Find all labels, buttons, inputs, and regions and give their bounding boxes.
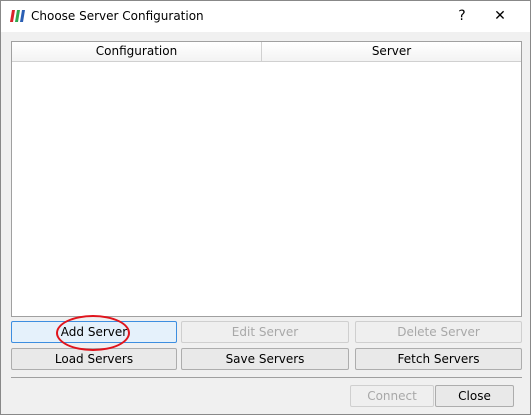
delete-server-button[interactable]: Delete Server (355, 321, 522, 343)
column-header-configuration[interactable]: Configuration (12, 42, 262, 62)
window-title: Choose Server Configuration (31, 9, 204, 23)
save-servers-button[interactable]: Save Servers (181, 348, 349, 370)
title-bar: Choose Server Configuration ? ✕ (1, 1, 530, 32)
fetch-servers-button[interactable]: Fetch Servers (355, 348, 522, 370)
load-servers-button[interactable]: Load Servers (11, 348, 177, 370)
close-button[interactable]: Close (435, 385, 514, 407)
close-window-button[interactable]: ✕ (485, 5, 515, 27)
edit-server-button[interactable]: Edit Server (181, 321, 349, 343)
dialog-window: Choose Server Configuration ? ✕ Configur… (0, 0, 531, 415)
divider (11, 377, 522, 378)
connect-button[interactable]: Connect (350, 385, 434, 407)
paraview-logo-icon (10, 10, 25, 22)
column-header-server[interactable]: Server (262, 42, 521, 62)
help-button[interactable]: ? (447, 5, 477, 27)
add-server-button[interactable]: Add Server (11, 321, 177, 343)
server-table[interactable]: Configuration Server (11, 41, 522, 317)
